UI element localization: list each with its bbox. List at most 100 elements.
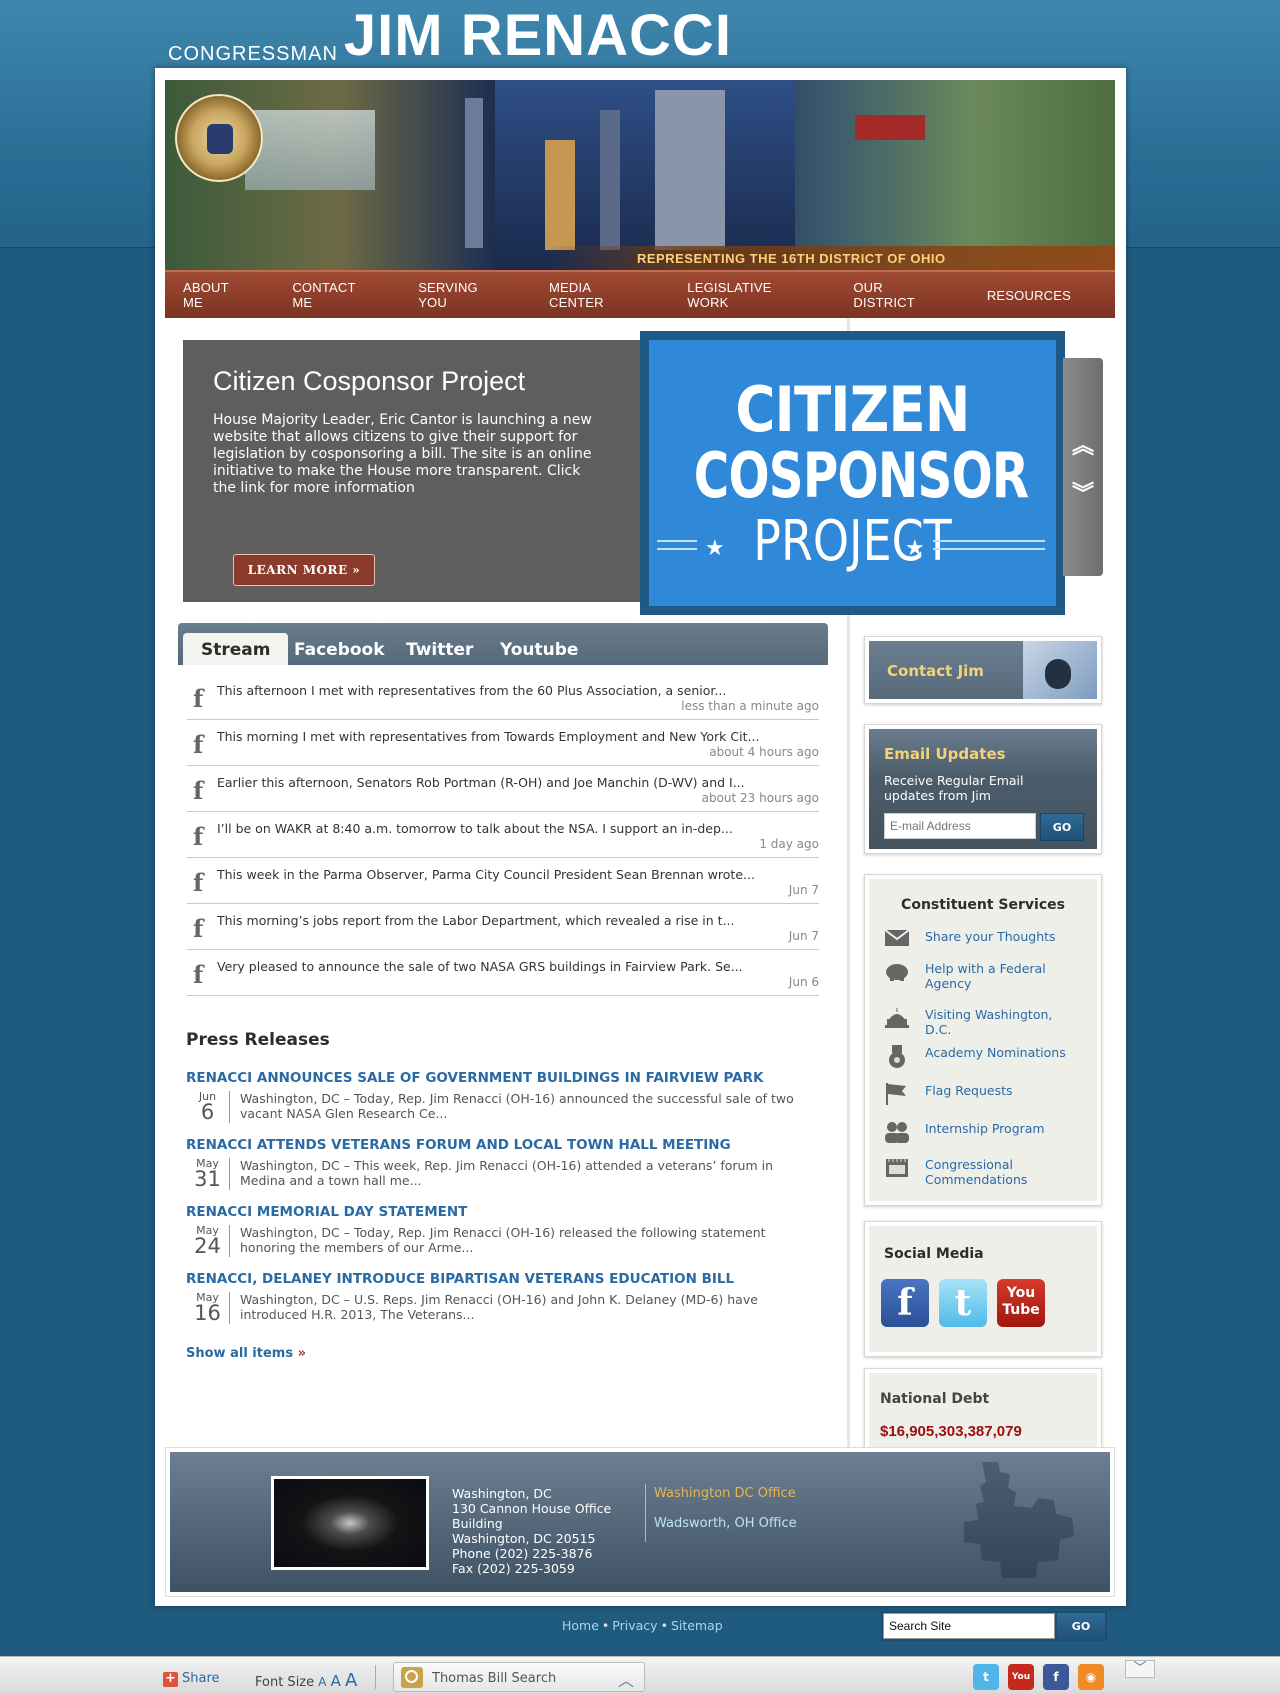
service-share-thoughts[interactable]: Share your Thoughts (884, 929, 1075, 951)
youtube-icon[interactable]: You (1008, 1664, 1034, 1690)
district-map-icon (964, 1462, 1074, 1578)
facebook-icon: f (193, 822, 204, 851)
font-small-button[interactable]: A (318, 1675, 326, 1689)
press-heading: Press Releases (186, 1030, 330, 1050)
title-prefix: CONGRESSMAN (168, 43, 338, 65)
office-link-dc[interactable]: Washington DC Office (654, 1486, 796, 1501)
service-commendations[interactable]: Congressional Commendations (884, 1157, 1075, 1187)
district-tagline: REPRESENTING THE 16TH DISTRICT OF OHIO (637, 251, 946, 266)
stream-text[interactable]: I’ll be on WAKR at 8:40 a.m. tomorrow to… (217, 821, 733, 836)
stream-text[interactable]: Very pleased to announce the sale of two… (217, 959, 743, 974)
tab-stream[interactable]: Stream (183, 633, 289, 665)
stream-item[interactable]: f I’ll be on WAKR at 8:40 a.m. tomorrow … (187, 812, 819, 858)
nav-our-district[interactable]: OUR DISTRICT (853, 280, 942, 310)
twitter-icon[interactable]: t (973, 1664, 999, 1690)
piggy-bank-icon (884, 961, 912, 983)
tab-facebook[interactable]: Facebook (276, 633, 403, 665)
nav-serving-you[interactable]: SERVING YOU (418, 280, 505, 310)
facebook-icon[interactable]: f (1043, 1664, 1069, 1690)
service-federal-agency[interactable]: Help with a Federal Agency (884, 961, 1075, 991)
learn-more-button[interactable]: LEARN MORE » (233, 554, 375, 586)
facebook-icon[interactable]: f (881, 1279, 929, 1327)
show-all-link[interactable]: Show all items » (186, 1346, 306, 1361)
debt-heading: National Debt (880, 1391, 990, 1407)
footer-home-link[interactable]: Home (562, 1618, 599, 1633)
feature-image[interactable]: CITIZEN COSPONSOR ★ PROJECT ★ (640, 331, 1065, 615)
stream-text[interactable]: Earlier this afternoon, Senators Rob Por… (217, 775, 745, 790)
bill-search-widget[interactable]: Thomas Bill Search ︿ (393, 1662, 645, 1692)
service-internship[interactable]: Internship Program (884, 1121, 1075, 1143)
stream-text[interactable]: This morning I met with representatives … (217, 729, 759, 744)
double-chevron-down-icon[interactable]: ︾ (1063, 476, 1103, 508)
share-button[interactable]: + Share (163, 1671, 220, 1687)
email-input[interactable] (884, 813, 1036, 839)
stream-text[interactable]: This afternoon I met with representative… (217, 683, 726, 698)
mouse-icon (1023, 641, 1097, 699)
featured-story: Citizen Cosponsor Project House Majority… (183, 340, 643, 602)
plus-icon: + (163, 1672, 178, 1687)
youtube-icon[interactable]: You Tube (997, 1279, 1045, 1327)
font-large-button[interactable]: A (345, 1670, 357, 1691)
contact-jim-box[interactable]: Contact Jim (864, 636, 1102, 704)
tab-youtube[interactable]: Youtube (482, 633, 596, 665)
facebook-icon: f (193, 960, 204, 989)
facebook-icon: f (193, 776, 204, 805)
chevron-down-icon[interactable]: ﹀ (1125, 1660, 1155, 1678)
press-summary: Washington, DC – This week, Rep. Jim Ren… (240, 1158, 773, 1188)
stream-item[interactable]: f This week in the Parma Observer, Parma… (187, 858, 819, 904)
constituent-heading: Constituent Services (901, 897, 1065, 913)
stream-item[interactable]: f Earlier this afternoon, Senators Rob P… (187, 766, 819, 812)
site-title[interactable]: CONGRESSMAN JIM RENACCI (168, 6, 732, 66)
bill-search-label[interactable]: Thomas Bill Search (432, 1671, 556, 1686)
stream-item[interactable]: f This morning’s jobs report from the La… (187, 904, 819, 950)
stream-list: f This afternoon I met with representati… (187, 674, 819, 996)
stream-item[interactable]: f This morning I met with representative… (187, 720, 819, 766)
service-visiting-dc[interactable]: Visiting Washington, D.C. (884, 1007, 1075, 1037)
service-academy-nominations[interactable]: Academy Nominations (884, 1045, 1075, 1068)
feature-title: Citizen Cosponsor Project (213, 366, 526, 396)
rss-icon[interactable]: ◉ (1078, 1664, 1104, 1690)
feature-image-line: CITIZEN (735, 373, 970, 446)
service-flag-requests[interactable]: Flag Requests (884, 1083, 1075, 1105)
footer-sitemap-link[interactable]: Sitemap (671, 1618, 723, 1633)
font-size-control: Font Size A A A (255, 1670, 358, 1691)
office-address: Washington, DC 130 Cannon House Office B… (452, 1486, 612, 1576)
press-title[interactable]: RENACCI MEMORIAL DAY STATEMENT (186, 1204, 826, 1220)
stream-text[interactable]: This morning’s jobs report from the Labo… (217, 913, 735, 928)
feature-body: House Majority Leader, Eric Cantor is la… (213, 412, 592, 496)
stream-item[interactable]: f Very pleased to announce the sale of t… (187, 950, 819, 996)
email-go-button[interactable]: GO (1040, 813, 1084, 841)
twitter-icon[interactable]: t (939, 1279, 987, 1327)
stream-text[interactable]: This week in the Parma Observer, Parma C… (217, 867, 755, 882)
press-title[interactable]: RENACCI, DELANEY INTRODUCE BIPARTISAN VE… (186, 1271, 826, 1287)
tab-twitter[interactable]: Twitter (388, 633, 491, 665)
chevron-up-icon[interactable]: ︿ (618, 1667, 634, 1691)
star-icon: ★ (905, 536, 925, 561)
nav-resources[interactable]: RESOURCES (987, 288, 1071, 303)
font-medium-button[interactable]: A (331, 1672, 341, 1690)
debt-value: $16,905,303,387,079 (880, 1423, 1022, 1440)
search-input[interactable] (883, 1613, 1055, 1639)
contact-jim-label[interactable]: Contact Jim (887, 662, 984, 680)
stream-time: Jun 7 (788, 929, 819, 943)
double-chevron-up-icon[interactable]: ︽ (1063, 428, 1103, 460)
email-heading: Email Updates (884, 745, 1006, 763)
nav-contact-me[interactable]: CONTACT ME (292, 280, 374, 310)
nav-legislative-work[interactable]: LEGISLATIVE WORK (687, 280, 809, 310)
nav-about-me[interactable]: ABOUT ME (183, 280, 248, 310)
nav-media-center[interactable]: MEDIA CENTER (549, 280, 643, 310)
press-summary: Washington, DC – Today, Rep. Jim Renacci… (240, 1091, 794, 1121)
stream-time: about 4 hours ago (709, 745, 819, 759)
office-link-wadsworth[interactable]: Wadsworth, OH Office (654, 1516, 797, 1531)
footer-privacy-link[interactable]: Privacy (612, 1618, 657, 1633)
page-container: REPRESENTING THE 16TH DISTRICT OF OHIO A… (155, 68, 1126, 1606)
medal-icon (884, 1045, 912, 1068)
stream-item[interactable]: f This afternoon I met with representati… (187, 674, 819, 720)
stream-time: about 23 hours ago (701, 791, 819, 805)
search-icon (401, 1667, 423, 1688)
press-title[interactable]: RENACCI ATTENDS VETERANS FORUM AND LOCAL… (186, 1137, 826, 1153)
press-title[interactable]: RENACCI ANNOUNCES SALE OF GOVERNMENT BUI… (186, 1070, 826, 1086)
search-go-button[interactable]: GO (1057, 1613, 1105, 1639)
capitol-photo (271, 1476, 429, 1570)
flag-icon (884, 1083, 912, 1105)
